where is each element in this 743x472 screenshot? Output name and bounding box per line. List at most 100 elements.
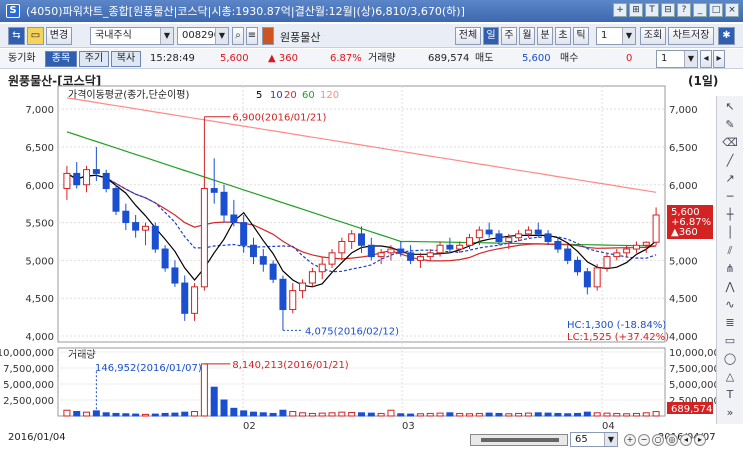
fibo-icon[interactable]: ≣ xyxy=(721,314,739,331)
minimize-button[interactable]: _ xyxy=(693,3,707,17)
zoom-reset-icon[interactable]: ◎ xyxy=(666,434,678,446)
change-button[interactable]: 변경 xyxy=(46,27,72,45)
search-icon[interactable]: ⌕ xyxy=(232,27,244,45)
settings-icon[interactable]: ✱ xyxy=(718,27,735,45)
volume-tick-label: 5,000,000 xyxy=(3,380,54,391)
ma-legend-period: 20 xyxy=(284,90,297,101)
quote-bar: 동기화 종목 주기 복사 15:28:49 5,600 ▲ 360 6.87% … xyxy=(0,49,743,69)
tab-period[interactable]: 주기 xyxy=(79,51,109,67)
zoom-select[interactable]: 65 ▼ xyxy=(570,432,618,447)
candle-body xyxy=(200,188,208,288)
vline-icon[interactable]: │ xyxy=(721,224,739,241)
candle-body xyxy=(210,188,218,193)
volume-bar xyxy=(416,413,424,417)
add-window-button[interactable]: + xyxy=(613,3,627,17)
tab-item[interactable]: 종목 xyxy=(45,51,77,67)
save-chart-button[interactable]: 차트저장 xyxy=(668,27,714,45)
volume-bar xyxy=(554,412,562,417)
candle-body xyxy=(112,188,120,212)
volume-bar xyxy=(426,412,434,417)
tile-button[interactable]: ⊞ xyxy=(629,3,643,17)
more-icon[interactable]: » xyxy=(721,404,739,421)
candle-body xyxy=(436,244,444,254)
period-week-button[interactable]: 주 xyxy=(501,27,517,45)
candle-body xyxy=(161,248,169,269)
candle-body xyxy=(191,286,199,314)
maximize-button[interactable]: □ xyxy=(709,3,723,17)
cross-icon[interactable]: ┼ xyxy=(721,206,739,223)
volume-bar xyxy=(151,413,159,417)
candle-body xyxy=(92,169,100,174)
link-icon[interactable]: ⇆ xyxy=(8,27,25,45)
volume-bar xyxy=(603,412,611,417)
candle-body xyxy=(407,252,415,261)
volume-bar xyxy=(367,412,375,417)
ray-icon[interactable]: ↗ xyxy=(721,170,739,187)
prev-icon[interactable]: ◂ xyxy=(700,50,712,68)
scroll-thumb[interactable] xyxy=(481,438,559,442)
volume-title: 거래량 xyxy=(68,349,96,361)
scroll-bar[interactable] xyxy=(470,434,568,446)
period-day-button[interactable]: 일 xyxy=(483,27,499,45)
sell-price: 5,600 xyxy=(522,53,551,64)
main-toolbar: ⇆ ▭ 변경 국내주식 ▼ 008290 ▼ ⌕ ≡ 원풍물산 전체 일 주 월 분… xyxy=(0,24,743,48)
period-minute-button[interactable]: 분 xyxy=(537,27,553,45)
price-pane-border xyxy=(57,85,666,343)
period-all-button[interactable]: 전체 xyxy=(455,27,481,45)
help-button[interactable]: ? xyxy=(677,3,691,17)
price-tick-label-right: 7,000 xyxy=(669,105,698,116)
zoom-fit-icon[interactable]: ○ xyxy=(652,434,664,446)
candle-body xyxy=(377,252,385,258)
volume-bar xyxy=(73,411,81,417)
volume-bar xyxy=(446,412,454,417)
candle-body xyxy=(446,244,454,250)
split-button[interactable]: ⊟ xyxy=(661,3,675,17)
eraser-icon[interactable]: ⌫ xyxy=(721,134,739,151)
next-icon[interactable]: ▸ xyxy=(713,50,725,68)
candle-body xyxy=(544,233,552,242)
period-count-select[interactable]: 1 ▼ xyxy=(596,27,636,45)
list-icon[interactable]: ≡ xyxy=(246,27,258,45)
volume-tick-label-right: 5,000,000 xyxy=(669,380,716,391)
ma-legend: 가격이동평균(종가,단순이평) xyxy=(68,88,189,101)
lookup-button[interactable]: 조회 xyxy=(640,27,666,45)
tab-copy[interactable]: 복사 xyxy=(111,51,141,67)
line-icon[interactable]: ╱ xyxy=(721,152,739,169)
market-select[interactable]: 국내주식 ▼ xyxy=(90,27,174,45)
cursor-icon[interactable]: ↖ xyxy=(721,98,739,115)
volume-bar xyxy=(495,412,503,417)
channel-icon[interactable]: ⫽ xyxy=(721,242,739,259)
folder-icon[interactable]: ▭ xyxy=(27,27,44,45)
zigzag-icon[interactable]: ⋀ xyxy=(721,278,739,295)
window-title: (4050)파워차트_종합[원풍물산|코스닥|시총:1930.87억|결산월:1… xyxy=(26,5,465,18)
period-count-value: 1 xyxy=(601,30,608,41)
volume-bar xyxy=(112,412,120,417)
zoom-out-icon[interactable]: − xyxy=(638,434,650,446)
pencil-icon[interactable]: ✎ xyxy=(721,116,739,133)
quote-time: 15:28:49 xyxy=(150,53,195,64)
close-button[interactable]: × xyxy=(725,3,739,17)
period-tick-button[interactable]: 틱 xyxy=(573,27,589,45)
text-button[interactable]: T xyxy=(645,3,659,17)
volume-bar xyxy=(181,411,189,417)
step-left-icon[interactable]: ◂ xyxy=(680,434,692,446)
triangle-icon[interactable]: △ xyxy=(721,368,739,385)
candle-body xyxy=(524,229,532,235)
last-change-label: ▲360 xyxy=(671,227,698,238)
hline-icon[interactable]: ─ xyxy=(721,188,739,205)
step-right-icon[interactable]: ▸ xyxy=(694,434,706,446)
count-select[interactable]: 1 ▼ xyxy=(656,50,698,68)
pitchfork-icon[interactable]: ⋔ xyxy=(721,260,739,277)
ellipse-icon[interactable]: ◯ xyxy=(721,350,739,367)
volume-bar xyxy=(230,407,238,417)
text-icon[interactable]: T xyxy=(721,386,739,403)
rect-icon[interactable]: ▭ xyxy=(721,332,739,349)
wave-icon[interactable]: ∿ xyxy=(721,296,739,313)
candle-body xyxy=(397,248,405,254)
zoom-in-icon[interactable]: + xyxy=(624,434,636,446)
code-input[interactable]: 008290 ▼ xyxy=(177,27,229,45)
candle-body xyxy=(141,225,149,231)
price-chart[interactable]: 7,0007,0006,5006,5006,0006,0005,5005,500… xyxy=(0,84,716,432)
period-second-button[interactable]: 초 xyxy=(555,27,571,45)
period-month-button[interactable]: 월 xyxy=(519,27,535,45)
